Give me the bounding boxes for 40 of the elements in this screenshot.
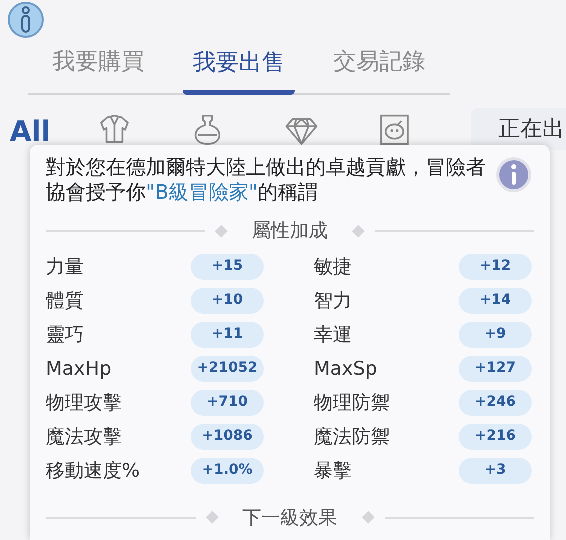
tab[interactable]: 我要出售 bbox=[182, 45, 295, 94]
tab[interactable]: 我要購買 bbox=[42, 45, 154, 92]
info-icon[interactable] bbox=[6, 1, 46, 39]
stat-label: 智力 bbox=[314, 288, 352, 314]
stat-value: +216 bbox=[459, 424, 532, 450]
stat-label: 暴擊 bbox=[314, 458, 352, 484]
stat-label: 幸運 bbox=[314, 322, 352, 348]
section-title: 下一級效果 bbox=[242, 506, 338, 530]
stat-value: +21052 bbox=[191, 356, 264, 382]
divider-ornament bbox=[352, 224, 365, 238]
section-title: 屬性加成 bbox=[251, 219, 329, 244]
stat-label: 力量 bbox=[46, 254, 84, 280]
stat-value: +1.0% bbox=[191, 458, 264, 484]
divider-ornament bbox=[215, 224, 228, 238]
stat-label: 物理攻擊 bbox=[46, 390, 122, 416]
stat-label: MaxSp bbox=[314, 356, 378, 382]
stat-value: +710 bbox=[191, 390, 264, 416]
stat-value: +3 bbox=[459, 458, 532, 484]
stat-value: +127 bbox=[459, 356, 532, 382]
stat-value: +9 bbox=[459, 322, 532, 348]
stat-label: 魔法防禦 bbox=[314, 424, 390, 450]
stat-value: +11 bbox=[191, 322, 264, 348]
stat-label: 移動速度% bbox=[46, 458, 140, 484]
stat-label: 物理防禦 bbox=[314, 390, 390, 416]
info-icon[interactable] bbox=[496, 157, 532, 193]
category-tab[interactable]: All bbox=[10, 118, 51, 150]
stat-value: +10 bbox=[191, 288, 264, 314]
stat-value: +246 bbox=[459, 390, 532, 416]
stat-label: MaxHp bbox=[46, 356, 112, 382]
stat-value: +14 bbox=[459, 288, 532, 314]
tab[interactable]: 交易記錄 bbox=[324, 45, 436, 92]
title-message: 對於您在德加爾特大陸上做出的卓越貢獻，冒險者協會授予你"B級冒險家"的稱謂 bbox=[46, 155, 487, 205]
stat-value: +1086 bbox=[191, 424, 264, 450]
stat-value: +15 bbox=[191, 254, 264, 280]
stat-label: 魔法攻擊 bbox=[46, 424, 122, 450]
stat-label: 體質 bbox=[46, 288, 84, 314]
side-tab[interactable]: 正在出 bbox=[470, 108, 566, 150]
stat-value: +12 bbox=[459, 254, 532, 280]
stat-label: 敏捷 bbox=[314, 254, 352, 280]
stat-label: 靈巧 bbox=[46, 322, 84, 348]
